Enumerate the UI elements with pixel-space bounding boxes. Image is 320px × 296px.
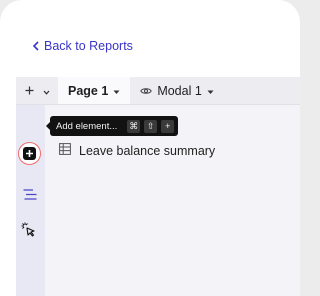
tab-modal-1[interactable]: Modal 1 — [130, 77, 223, 104]
back-to-reports-link[interactable]: Back to Reports — [32, 39, 133, 53]
table-icon — [59, 143, 71, 158]
select-cursor-icon[interactable] — [21, 222, 37, 243]
add-page-button[interactable] — [16, 77, 58, 104]
chevron-left-icon — [32, 41, 40, 51]
tab-page-1[interactable]: Page 1 — [58, 77, 131, 104]
list-item-label: Leave balance summary — [79, 143, 216, 158]
tab-label: Modal 1 — [157, 83, 202, 98]
shift-key: ⇧ — [144, 119, 158, 133]
tooltip-text: Add element... — [56, 120, 118, 132]
list-item[interactable]: Leave balance summary — [59, 143, 215, 158]
editor-workspace: Page 1 Modal 1 — [16, 77, 300, 296]
back-link-label: Back to Reports — [44, 39, 133, 53]
plus-icon — [23, 147, 36, 160]
plus-key: + — [161, 119, 175, 133]
element-toolbar-rail — [16, 105, 45, 296]
chevron-down-icon — [113, 84, 120, 98]
add-element-button[interactable] — [18, 142, 41, 165]
chevron-down-icon[interactable] — [43, 82, 50, 100]
command-key: ⌘ — [127, 119, 141, 133]
tab-label: Page 1 — [68, 83, 109, 98]
plus-icon — [25, 82, 34, 100]
outline-icon[interactable] — [23, 187, 37, 205]
add-element-tooltip: Add element... ⌘ ⇧ + — [45, 116, 179, 136]
report-editor-card: Back to Reports Page 1 Modal 1 Add eleme… — [0, 0, 300, 296]
page-tabs-bar: Page 1 Modal 1 — [16, 77, 300, 105]
eye-icon — [140, 84, 153, 98]
chevron-down-icon — [207, 84, 214, 98]
